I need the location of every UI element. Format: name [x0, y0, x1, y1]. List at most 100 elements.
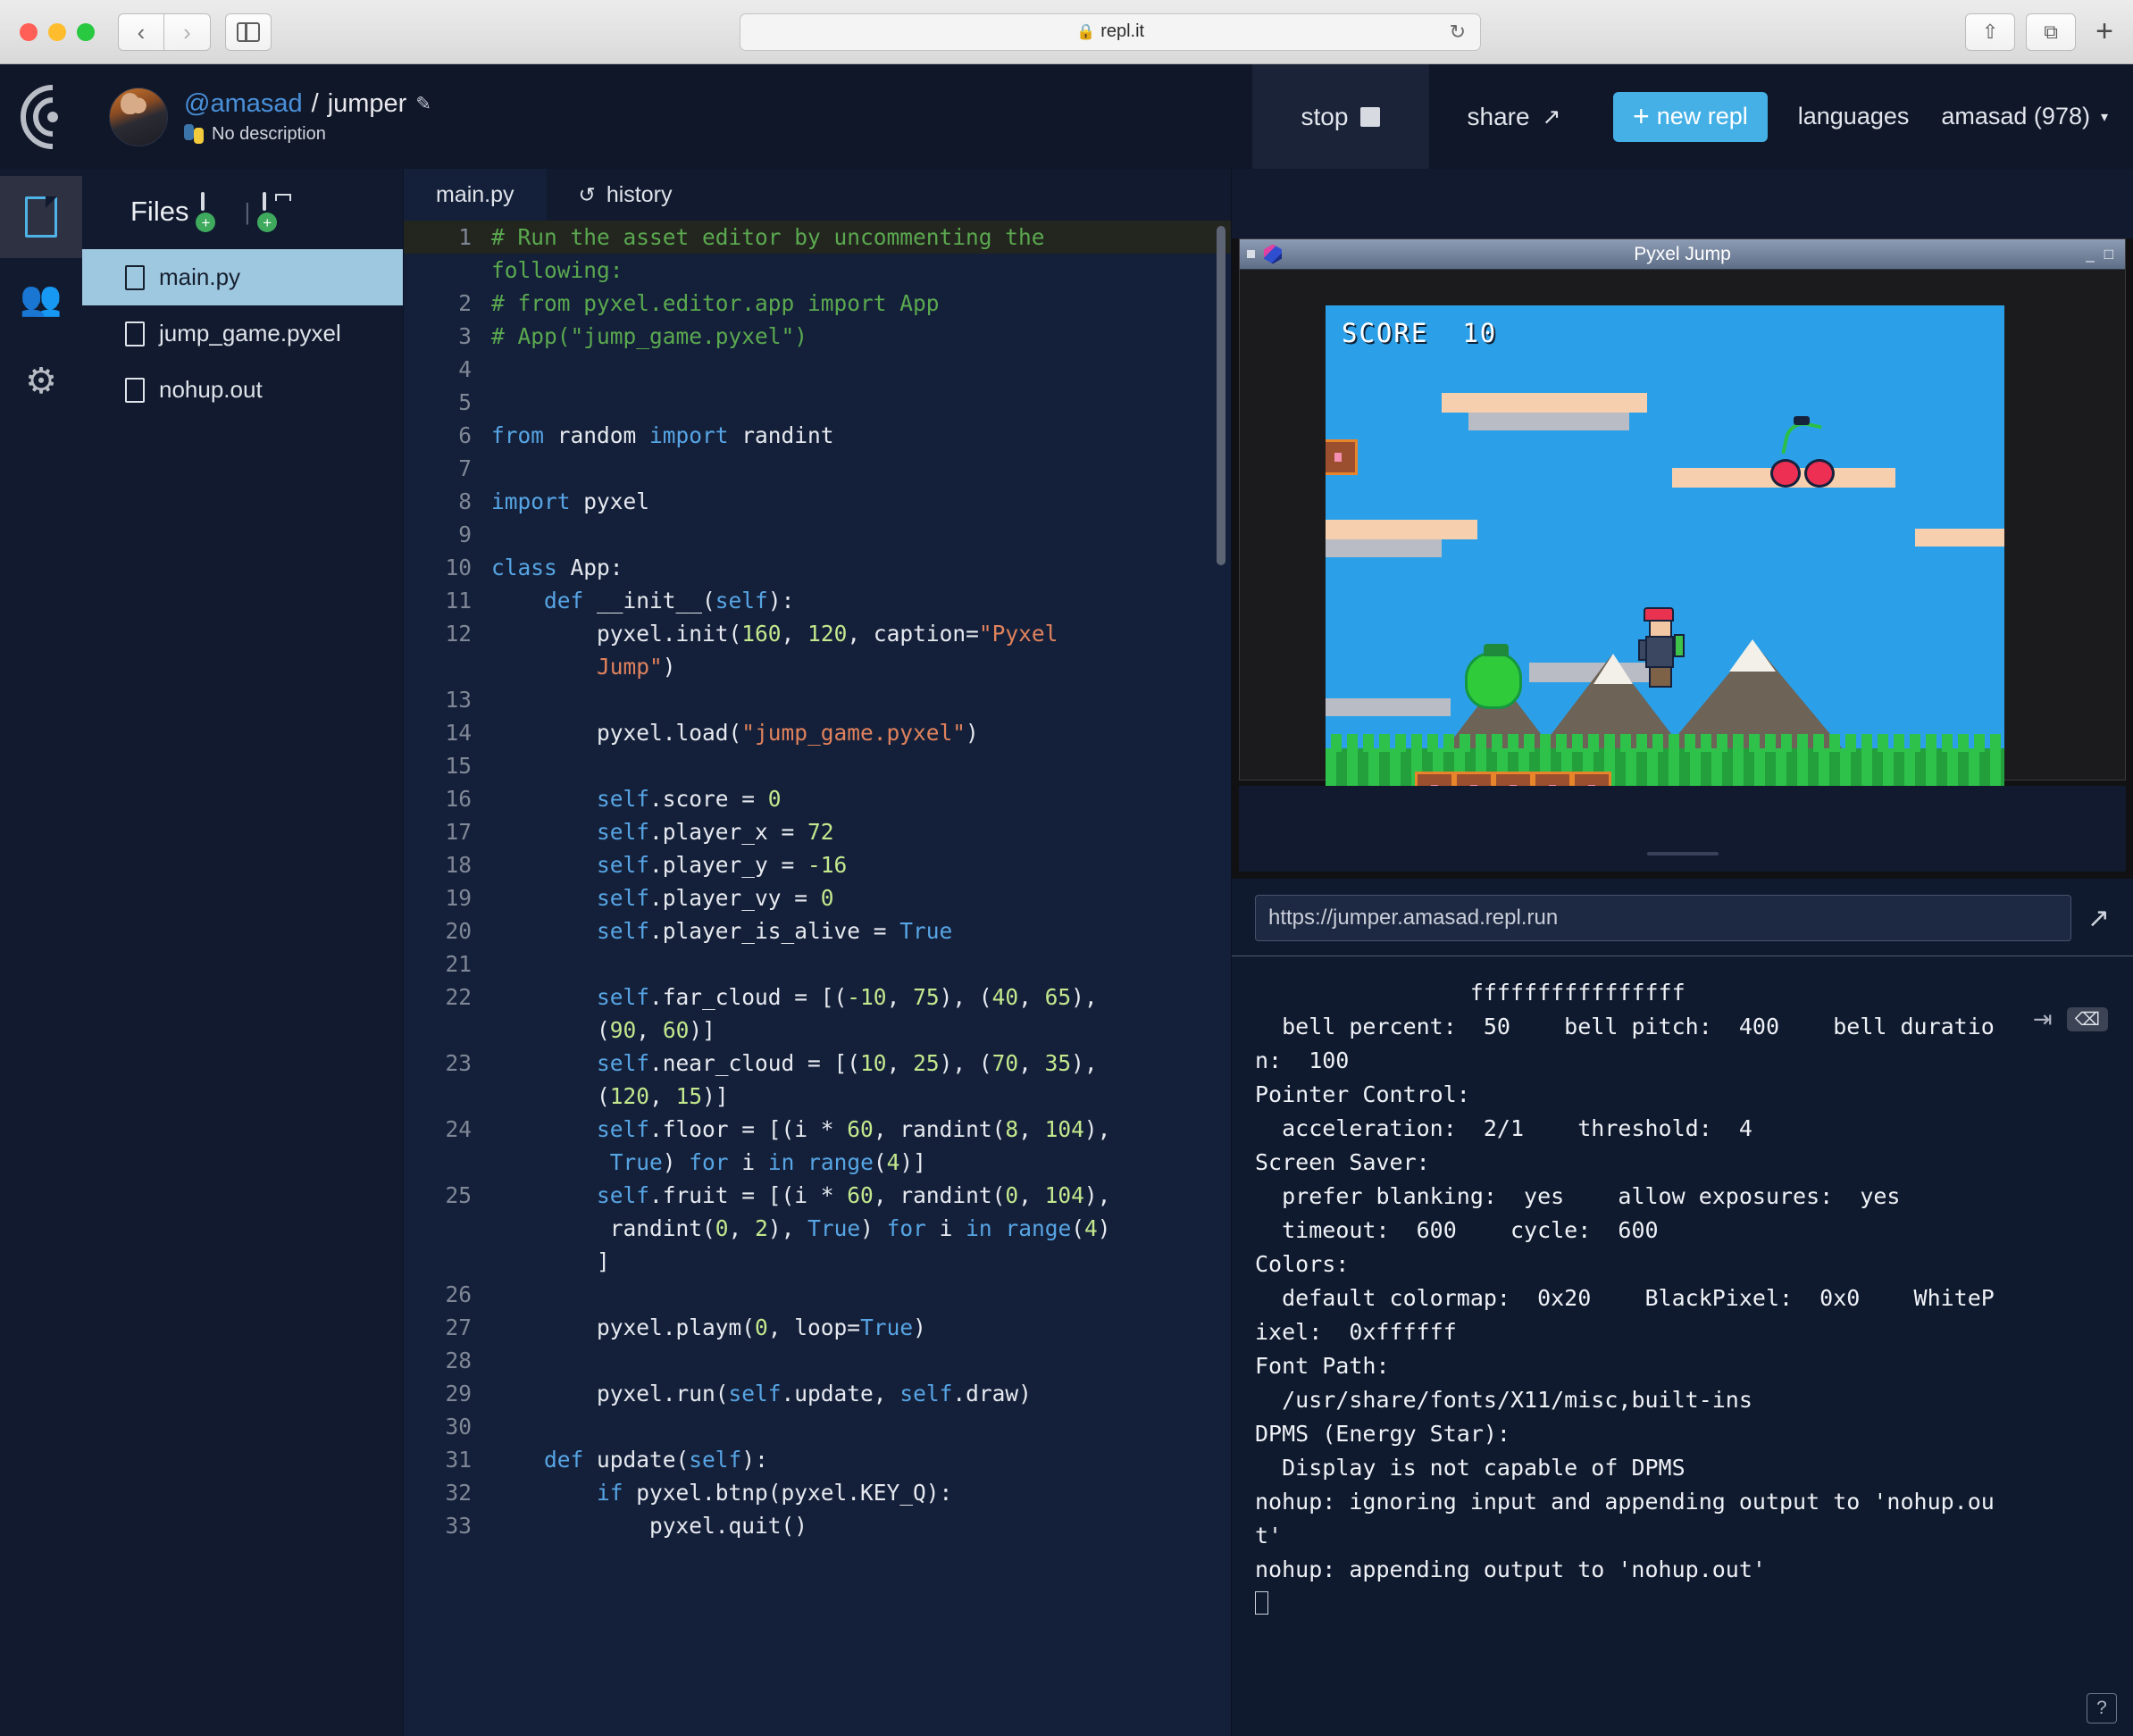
maximize-window-button[interactable] [77, 22, 95, 41]
list-item[interactable]: main.py [82, 249, 403, 305]
code-line[interactable]: 2 # from pyxel.editor.app import App [404, 287, 1231, 320]
tabs-overview-icon[interactable]: ⧉ [2026, 13, 2077, 51]
replit-logo-icon[interactable] [0, 64, 105, 169]
code-line[interactable]: 17 self.player_x = 72 [404, 815, 1231, 848]
enter-input-icon[interactable]: ⇥ [2033, 1006, 2053, 1033]
new-tab-button[interactable]: + [2087, 14, 2113, 49]
line-number: 18 [445, 852, 472, 878]
code-line[interactable]: (90, 60)] [404, 1014, 1231, 1047]
code-line[interactable]: 8 import pyxel [404, 485, 1231, 518]
code-line[interactable]: 4 [404, 353, 1231, 386]
panel-resize-handle[interactable] [1646, 852, 1719, 855]
code-line[interactable]: 5 [404, 386, 1231, 419]
minimize-icon[interactable]: _ [2086, 246, 2096, 263]
back-button[interactable]: ‹ [118, 13, 164, 51]
terminal-container[interactable]: ffffffffffffffff bell percent: 50 bell p… [1232, 956, 2133, 1736]
code-line[interactable]: 9 [404, 518, 1231, 551]
code-line[interactable]: 15 [404, 749, 1231, 782]
code-line[interactable]: 10 class App: [404, 551, 1231, 584]
code-line[interactable]: 20 self.player_is_alive = True [404, 914, 1231, 947]
run-url-field[interactable]: https://jumper.amasad.repl.run [1255, 895, 2071, 941]
code-editor[interactable]: 1 # Run the asset editor by uncommenting … [404, 221, 1231, 1736]
code-line[interactable]: 21 [404, 947, 1231, 981]
sidebar-item-multiplayer[interactable]: 👥 [0, 258, 82, 340]
code-line[interactable]: 32 if pyxel.btnp(pyxel.KEY_Q): [404, 1476, 1231, 1509]
sidebar-item-files[interactable] [0, 176, 82, 258]
list-item[interactable]: nohup.out [82, 362, 403, 418]
code-line[interactable]: 29 pyxel.run(self.update, self.draw) [404, 1377, 1231, 1410]
tab-history[interactable]: ↺ history [547, 169, 705, 221]
x-window-titlebar[interactable]: Pyxel Jump _ □ [1240, 239, 2125, 270]
code-line[interactable]: 22 self.far_cloud = [(-10, 75), (40, 65)… [404, 981, 1231, 1014]
account-menu[interactable]: amasad (978) ▾ [1925, 64, 2133, 169]
code-line[interactable]: 3 # App("jump_game.pyxel") [404, 320, 1231, 353]
code-line[interactable]: 24 self.floor = [(i * 60, randint(8, 104… [404, 1113, 1231, 1146]
avatar[interactable] [109, 87, 168, 146]
code-line[interactable]: following: [404, 254, 1231, 287]
new-folder-icon[interactable]: + [257, 192, 293, 232]
maximize-icon[interactable]: □ [2104, 246, 2116, 263]
code-line[interactable]: 6 from random import randint [404, 419, 1231, 452]
activity-rail: 👥 ⚙ [0, 169, 82, 1736]
username-link[interactable]: @amasad [184, 89, 303, 119]
help-icon[interactable]: ? [2087, 1693, 2117, 1723]
share-button[interactable]: share ↗ [1429, 64, 1599, 169]
code-line[interactable]: 30 [404, 1410, 1231, 1443]
terminal-output[interactable]: ffffffffffffffff bell percent: 50 bell p… [1232, 956, 2133, 1736]
sidebar-item-settings[interactable]: ⚙ [0, 340, 82, 422]
code-line[interactable]: Jump") [404, 650, 1231, 683]
code-line[interactable]: 12 pyxel.init(160, 120, caption="Pyxel [404, 617, 1231, 650]
sidebar-toggle-button[interactable] [225, 13, 272, 51]
minimize-window-button[interactable] [48, 22, 66, 41]
code-line[interactable]: (120, 15)] [404, 1080, 1231, 1113]
open-external-icon[interactable]: ↗ [2087, 903, 2110, 934]
code-line[interactable]: 28 [404, 1344, 1231, 1377]
reload-icon[interactable]: ↻ [1450, 21, 1466, 44]
new-file-icon[interactable]: + [196, 192, 231, 232]
code-line[interactable]: 31 def update(self): [404, 1443, 1231, 1476]
description-text: No description [212, 123, 326, 144]
window-controls[interactable]: _ □ [2086, 246, 2116, 263]
line-number: 6 [458, 422, 472, 448]
languages-link[interactable]: languages [1782, 64, 1926, 169]
tab-label: main.py [436, 181, 514, 207]
line-number [404, 650, 491, 683]
code-line[interactable]: 18 self.player_y = -16 [404, 848, 1231, 881]
run-url-text: https://jumper.amasad.repl.run [1268, 906, 1559, 930]
list-item[interactable]: jump_game.pyxel [82, 305, 403, 362]
clear-icon[interactable]: ⌫ [2066, 1007, 2108, 1031]
code-text: pyxel.playm(0, loop=True) [491, 1315, 926, 1340]
x-window: Pyxel Jump _ □ SCORE 10 [1239, 238, 2126, 814]
code-line[interactable]: 13 [404, 683, 1231, 716]
editor-scrollbar[interactable] [1217, 226, 1225, 565]
address-bar[interactable]: 🔒 repl.it ↻ [740, 13, 1482, 51]
code-line[interactable]: 33 pyxel.quit() [404, 1509, 1231, 1542]
code-line[interactable]: 16 self.score = 0 [404, 782, 1231, 815]
code-line[interactable]: 7 [404, 452, 1231, 485]
code-line[interactable]: ] [404, 1245, 1231, 1278]
code-line[interactable]: 14 pyxel.load("jump_game.pyxel") [404, 716, 1231, 749]
share-icon[interactable]: ⇧ [1965, 13, 2016, 51]
code-line[interactable]: 11 def __init__(self): [404, 584, 1231, 617]
new-repl-button[interactable]: + new repl [1613, 91, 1768, 142]
game-canvas[interactable]: SCORE 10 [1326, 305, 2004, 814]
code-line[interactable]: True) for i in range(4)] [404, 1146, 1231, 1179]
tab-main-py[interactable]: main.py [404, 169, 547, 221]
close-window-button[interactable] [20, 22, 38, 41]
code-line[interactable]: 23 self.near_cloud = [(10, 25), (70, 35)… [404, 1047, 1231, 1080]
code-lines[interactable]: 1 # Run the asset editor by uncommenting … [404, 221, 1231, 1736]
pencil-icon[interactable]: ✎ [415, 93, 431, 115]
code-line[interactable]: 1 # Run the asset editor by uncommenting … [404, 221, 1231, 254]
line-number: 3 [458, 323, 472, 349]
code-line[interactable]: randint(0, 2), True) for i in range(4) [404, 1212, 1231, 1245]
stop-button[interactable]: stop [1252, 64, 1429, 169]
code-line[interactable]: 27 pyxel.playm(0, loop=True) [404, 1311, 1231, 1344]
editor-tabs: main.py ↺ history [404, 169, 1231, 221]
code-line[interactable]: 19 self.player_vy = 0 [404, 881, 1231, 914]
code-line[interactable]: 25 self.fruit = [(i * 60, randint(0, 104… [404, 1179, 1231, 1212]
code-line[interactable]: 26 [404, 1278, 1231, 1311]
forward-button[interactable]: › [164, 13, 211, 51]
code-text: import pyxel [491, 488, 650, 514]
line-number: 23 [445, 1050, 472, 1076]
